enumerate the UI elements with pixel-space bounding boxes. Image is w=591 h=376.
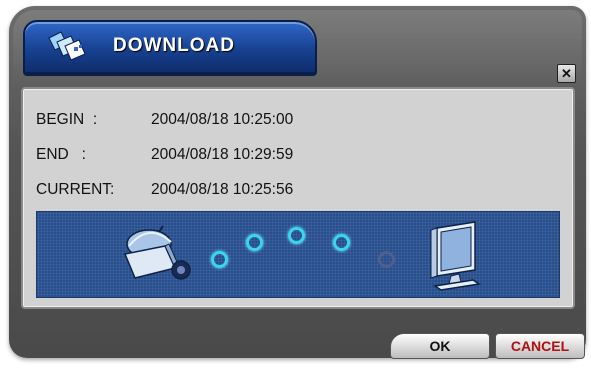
title-bar: DOWNLOAD — [23, 20, 317, 76]
current-label: CURRENT: — [36, 181, 115, 198]
progress-dot-5 — [378, 251, 395, 268]
progress-dot-3 — [288, 227, 305, 244]
end-value: 2004/08/18 10:29:59 — [151, 146, 294, 163]
ok-button[interactable]: OK — [390, 333, 490, 359]
close-button[interactable]: ✕ — [557, 64, 576, 83]
progress-dot-1 — [211, 251, 228, 268]
cancel-button[interactable]: CANCEL — [495, 333, 585, 359]
begin-value: 2004/08/18 10:25:00 — [151, 111, 294, 128]
begin-label: BEGIN : — [36, 111, 98, 128]
transfer-animation — [36, 211, 560, 298]
dialog-title: DOWNLOAD — [113, 35, 235, 56]
cancel-button-label: CANCEL — [510, 338, 570, 354]
ok-button-label: OK — [429, 338, 451, 354]
camera-icon — [123, 225, 191, 280]
download-info-panel: BEGIN : 2004/08/18 10:25:00 END : 2004/08/… — [21, 87, 575, 309]
current-value: 2004/08/18 10:25:56 — [151, 181, 294, 198]
end-label: END : — [36, 146, 86, 163]
begin-row: BEGIN : 2004/08/18 10:25:00 — [36, 111, 293, 129]
progress-dot-2 — [246, 234, 263, 251]
end-row: END : 2004/08/18 10:29:59 — [36, 146, 293, 164]
progress-dot-4 — [333, 234, 350, 251]
close-icon: ✕ — [561, 66, 572, 81]
monitor-icon — [430, 221, 482, 291]
current-row: CURRENT: 2004/08/18 10:25:56 — [36, 181, 293, 199]
download-files-icon — [48, 31, 86, 61]
